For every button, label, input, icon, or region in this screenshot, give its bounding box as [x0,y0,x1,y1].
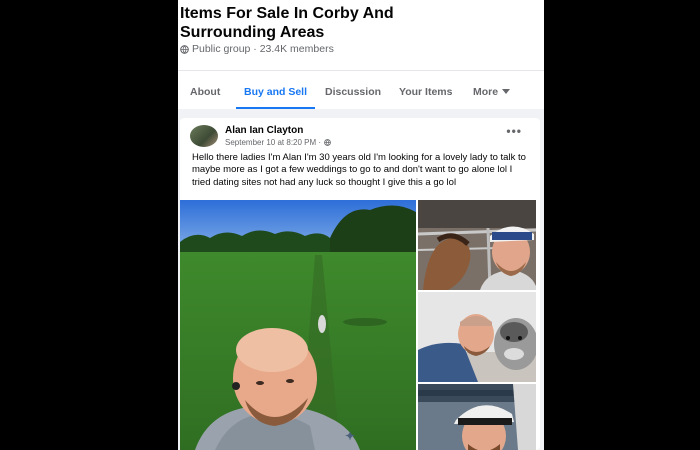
group-tabs: About Buy and Sell Discussion Your Items… [178,70,544,109]
globe-icon [324,139,331,146]
group-header: Items For Sale In Corby And Surrounding … [178,0,544,70]
tab-buy-and-sell[interactable]: Buy and Sell [236,71,316,109]
tab-about[interactable]: About [190,71,220,107]
more-options-icon[interactable]: ••• [506,124,522,138]
group-page: Items For Sale In Corby And Surrounding … [178,0,544,450]
post-photo-horse[interactable] [418,200,536,290]
cap-selfie-image [418,384,536,450]
svg-text:✦: ✦ [345,429,355,443]
tab-more-label: More [473,86,499,98]
tab-your-items[interactable]: Your Items [399,71,452,107]
dog-selfie-image [418,292,536,382]
group-meta: Public group · 23.4K members [180,43,334,55]
globe-icon [180,44,189,54]
horse-selfie-image [418,200,536,290]
post-author[interactable]: Alan Ian Clayton [225,125,303,136]
tab-more[interactable]: More [473,71,511,107]
post-photo-park-selfie[interactable]: ✦ [180,200,416,450]
post-time-text[interactable]: September 10 at 8:20 PM · [225,138,321,147]
post-photo-dog[interactable] [418,292,536,382]
park-selfie-image: ✦ [180,200,416,450]
avatar[interactable] [190,125,218,147]
post-timestamp: September 10 at 8:20 PM · [225,138,331,147]
tab-discussion[interactable]: Discussion [325,71,381,107]
post-card: Alan Ian Clayton September 10 at 8:20 PM… [180,118,540,450]
post-photo-cap[interactable] [418,384,536,450]
post-text: Hello there ladies I'm Alan I'm 30 years… [192,152,526,188]
chevron-down-icon [502,88,511,94]
group-title[interactable]: Items For Sale In Corby And Surrounding … [180,4,480,42]
group-privacy-members[interactable]: Public group · 23.4K members [192,43,334,55]
